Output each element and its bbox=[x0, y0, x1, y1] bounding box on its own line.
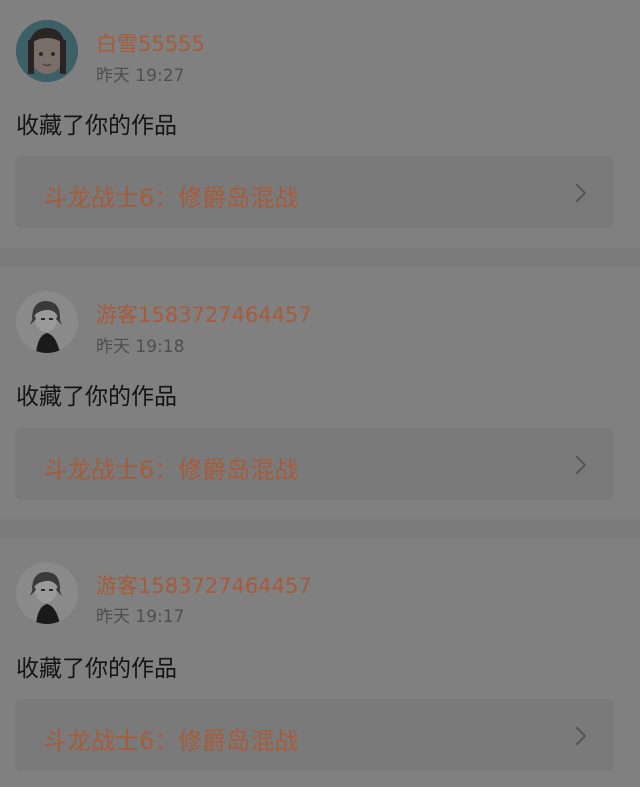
chevron-right-icon bbox=[575, 183, 587, 203]
anime-character-avatar-icon bbox=[16, 291, 78, 353]
user-avatar[interactable] bbox=[16, 291, 78, 353]
work-title: 斗龙战士6：修爵岛混战 bbox=[43, 184, 299, 212]
work-title: 斗龙战士6：修爵岛混战 bbox=[43, 456, 299, 484]
user-avatar[interactable] bbox=[16, 20, 78, 82]
anime-character-avatar-icon bbox=[16, 562, 78, 624]
notification-card: 游客1583727464457 昨天 19:17 收藏了你的作品 斗龙战士6：修… bbox=[0, 538, 640, 787]
action-text: 收藏了你的作品 bbox=[16, 656, 177, 682]
notification-card: 游客1583727464457 昨天 19:18 收藏了你的作品 斗龙战士6：修… bbox=[0, 267, 640, 519]
work-title: 斗龙战士6：修爵岛混战 bbox=[43, 727, 299, 755]
username[interactable]: 游客1583727464457 bbox=[96, 299, 312, 329]
work-link[interactable]: 斗龙战士6：修爵岛混战 bbox=[15, 699, 614, 771]
girl-photo-avatar-icon bbox=[16, 20, 78, 82]
chevron-right-icon bbox=[575, 726, 587, 746]
notification-card: 白雪55555 昨天 19:27 收藏了你的作品 斗龙战士6：修爵岛混战 bbox=[0, 0, 640, 248]
work-link[interactable]: 斗龙战士6：修爵岛混战 bbox=[15, 156, 614, 228]
timestamp: 昨天 19:17 bbox=[96, 607, 185, 627]
notification-feed: 白雪55555 昨天 19:27 收藏了你的作品 斗龙战士6：修爵岛混战 游客1… bbox=[0, 0, 640, 787]
user-avatar[interactable] bbox=[16, 562, 78, 624]
username[interactable]: 白雪55555 bbox=[96, 28, 205, 58]
username[interactable]: 游客1583727464457 bbox=[96, 570, 312, 600]
timestamp: 昨天 19:27 bbox=[96, 66, 185, 86]
action-text: 收藏了你的作品 bbox=[16, 113, 177, 139]
timestamp: 昨天 19:18 bbox=[96, 337, 185, 357]
work-link[interactable]: 斗龙战士6：修爵岛混战 bbox=[15, 428, 614, 500]
action-text: 收藏了你的作品 bbox=[16, 384, 177, 410]
chevron-right-icon bbox=[575, 455, 587, 475]
